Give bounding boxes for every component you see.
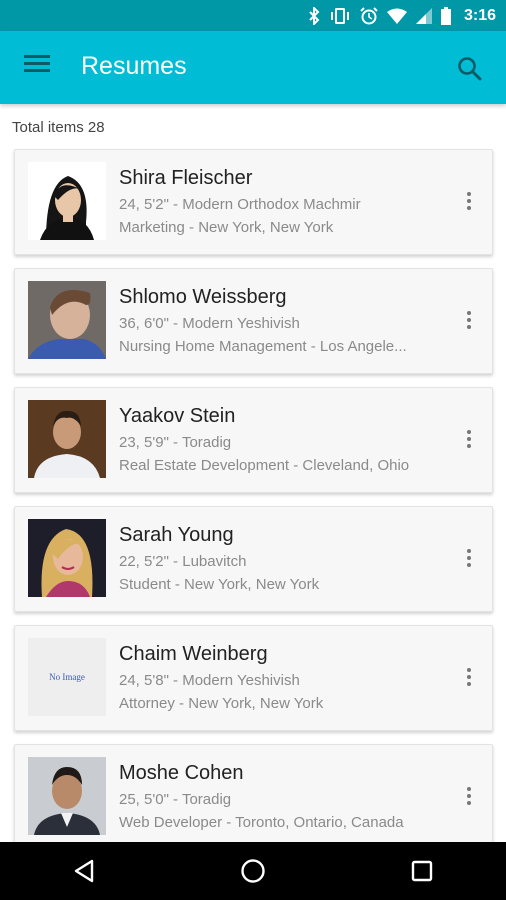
resume-name: Sarah Young [119, 524, 234, 546]
resume-details: 24, 5'8" - Modern Yeshivish [119, 672, 300, 689]
resume-list: Shira Fleischer 24, 5'2" - Modern Orthod… [14, 149, 493, 863]
more-options-icon[interactable] [466, 430, 472, 450]
resume-name: Shira Fleischer [119, 167, 253, 189]
page-title: Resumes [81, 52, 187, 80]
bluetooth-icon [309, 6, 320, 25]
resume-details: 24, 5'2" - Modern Orthodox Machmir [119, 196, 361, 213]
resume-card[interactable]: Moshe Cohen 25, 5'0" - Toradig Web Devel… [14, 744, 493, 850]
resume-details: 23, 5'9" - Toradig [119, 434, 232, 451]
resume-name: Chaim Weinberg [119, 643, 268, 665]
resume-profession-location: Nursing Home Management - Los Angele... [119, 338, 407, 355]
no-image-placeholder: No Image [28, 638, 106, 716]
resume-details: 22, 5'2" - Lubavitch [119, 553, 247, 570]
home-icon[interactable] [229, 847, 277, 895]
wifi-icon [386, 8, 407, 24]
resume-name: Yaakov Stein [119, 405, 236, 427]
resume-profession-location: Attorney - New York, New York [119, 695, 324, 712]
total-items-label: Total items 28 [12, 119, 105, 136]
status-time: 3:16 [463, 6, 496, 24]
vibrate-icon [330, 7, 349, 24]
avatar [28, 519, 106, 597]
more-options-icon[interactable] [466, 311, 472, 331]
resume-profession-location: Real Estate Development - Cleveland, Ohi… [119, 457, 410, 474]
resume-details: 25, 5'0" - Toradig [119, 791, 232, 808]
resume-card[interactable]: No Image Chaim Weinberg 24, 5'8" - Moder… [14, 625, 493, 731]
alarm-icon [360, 6, 378, 24]
avatar: No Image [28, 638, 106, 716]
more-options-icon[interactable] [466, 192, 472, 212]
avatar [28, 400, 106, 478]
avatar [28, 162, 106, 240]
resume-name: Shlomo Weissberg [119, 286, 287, 308]
app-bar: Resumes [0, 31, 506, 104]
resume-profession-location: Marketing - New York, New York [119, 219, 334, 236]
recents-icon[interactable] [398, 847, 446, 895]
resume-card[interactable]: Shlomo Weissberg 36, 6'0" - Modern Yeshi… [14, 268, 493, 374]
search-icon[interactable] [456, 55, 484, 83]
resume-card[interactable]: Shira Fleischer 24, 5'2" - Modern Orthod… [14, 149, 493, 255]
resume-profession-location: Web Developer - Toronto, Ontario, Canada [119, 814, 404, 831]
resume-details: 36, 6'0" - Modern Yeshivish [119, 315, 300, 332]
signal-icon [415, 7, 432, 24]
status-bar: 3:16 [0, 0, 506, 31]
avatar [28, 757, 106, 835]
more-options-icon[interactable] [466, 787, 472, 807]
resume-name: Moshe Cohen [119, 762, 244, 784]
resume-profession-location: Student - New York, New York [119, 576, 320, 593]
more-options-icon[interactable] [466, 668, 472, 688]
back-icon[interactable] [60, 847, 108, 895]
resume-card[interactable]: Sarah Young 22, 5'2" - Lubavitch Student… [14, 506, 493, 612]
resume-card[interactable]: Yaakov Stein 23, 5'9" - Toradig Real Est… [14, 387, 493, 493]
battery-icon [440, 6, 451, 25]
navigation-bar [0, 842, 506, 900]
more-options-icon[interactable] [466, 549, 472, 569]
menu-icon[interactable] [24, 55, 52, 79]
avatar [28, 281, 106, 359]
